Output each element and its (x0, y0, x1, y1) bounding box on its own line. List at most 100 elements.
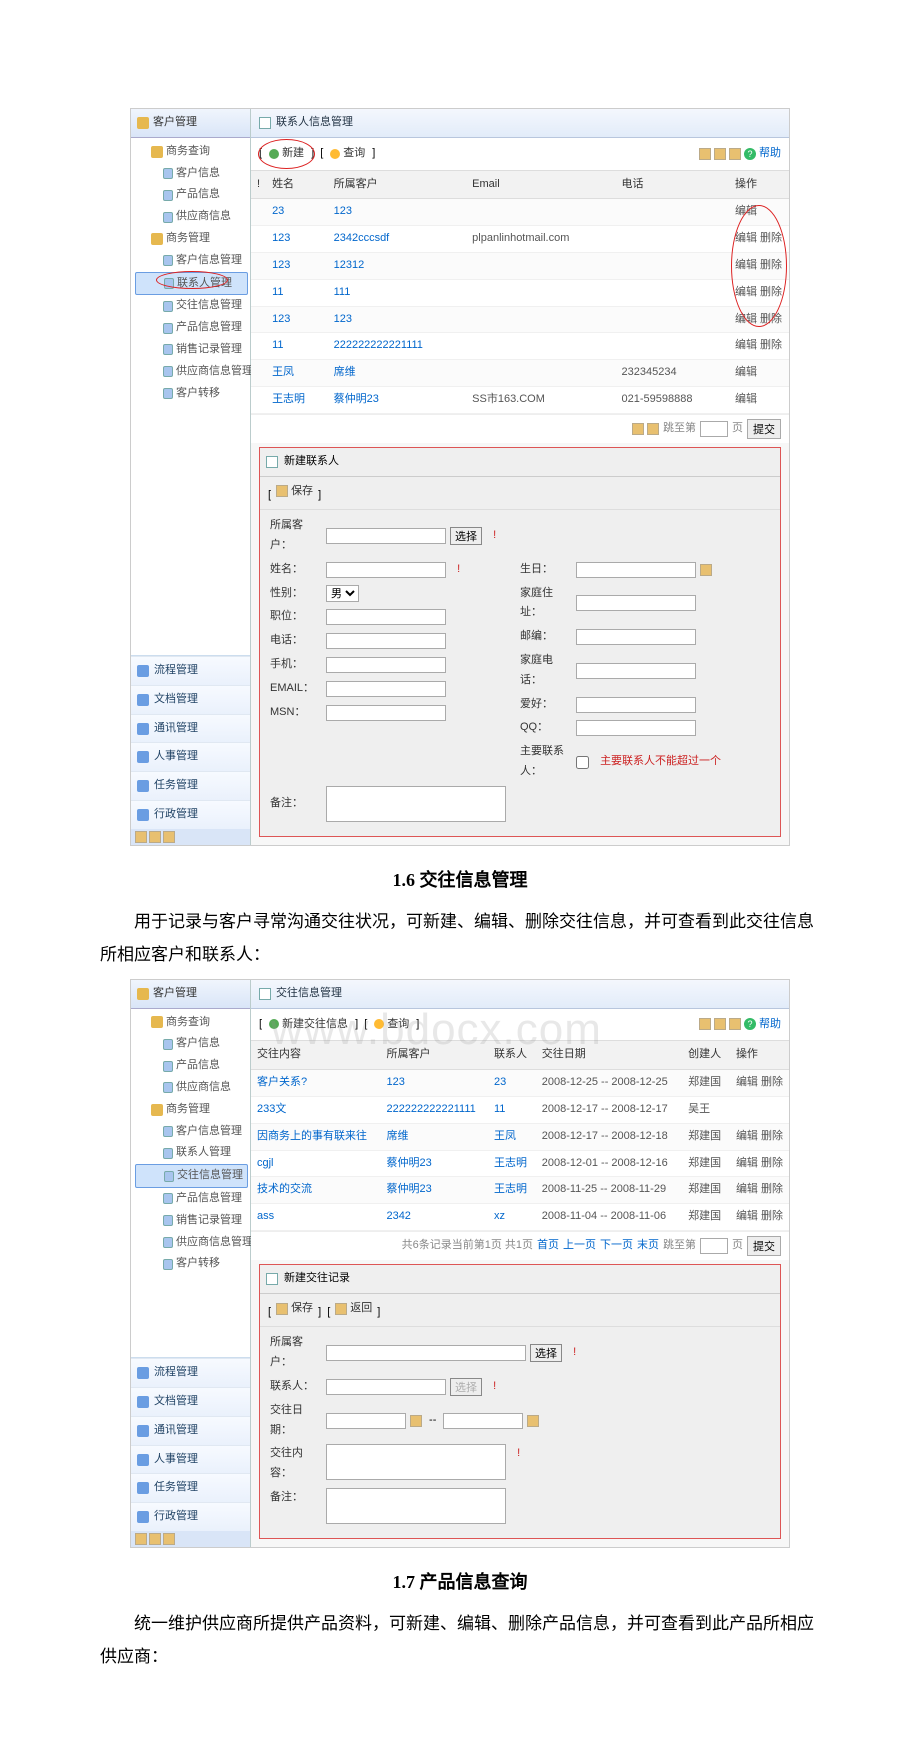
customer-input[interactable] (326, 1345, 526, 1361)
tree-item[interactable]: 客户信息 (135, 1033, 248, 1055)
hobby-input[interactable] (576, 697, 696, 713)
hometel-input[interactable] (576, 663, 696, 679)
main-contact-checkbox[interactable] (576, 756, 589, 769)
ops-link[interactable]: 编辑 (735, 366, 757, 378)
tree-item[interactable]: 产品信息管理 (135, 1188, 248, 1210)
cust-link[interactable]: 蔡仲明23 (386, 1183, 431, 1195)
calendar-icon[interactable] (527, 1415, 539, 1427)
first-page[interactable]: 首页 (537, 1236, 559, 1256)
new-button[interactable]: 新建交往信息 (264, 1014, 353, 1036)
content-link[interactable]: ass (257, 1210, 274, 1222)
cust-link[interactable]: 111 (334, 286, 351, 298)
tree-item[interactable]: 销售记录管理 (135, 1210, 248, 1232)
help-link[interactable]: ?帮助 (744, 144, 781, 164)
tree-item[interactable]: 产品信息管理 (135, 317, 248, 339)
email-input[interactable] (326, 681, 446, 697)
contact-link[interactable]: 23 (494, 1076, 506, 1088)
help-link[interactable]: ?帮助 (744, 1015, 781, 1035)
submit-button[interactable]: 提交 (747, 419, 781, 439)
name-link[interactable]: 123 (272, 313, 290, 325)
tool-icon[interactable] (729, 1018, 741, 1030)
ops-link[interactable]: 编辑 (735, 393, 757, 405)
tree-item[interactable]: 供应商信息管理 (135, 361, 248, 383)
name-link[interactable]: 123 (272, 259, 290, 271)
remark-textarea[interactable] (326, 1488, 506, 1524)
tree-item[interactable]: 客户信息管理 (135, 1121, 248, 1143)
contact-link[interactable]: xz (494, 1210, 505, 1222)
ops-link[interactable]: 编辑 删除 (736, 1130, 783, 1142)
tree-item[interactable]: 产品信息 (135, 1055, 248, 1077)
tool-icon[interactable] (699, 148, 711, 160)
cust-link[interactable]: 蔡仲明23 (334, 393, 379, 405)
content-link[interactable]: 233文 (257, 1103, 286, 1115)
cust-link[interactable]: 123 (334, 313, 352, 325)
cust-link[interactable]: 222222222221111 (386, 1103, 475, 1115)
name-link[interactable]: 11 (272, 286, 283, 298)
tree-item-interaction[interactable]: 交往信息管理 (135, 1164, 248, 1188)
side-link[interactable]: 通讯管理 (131, 714, 250, 743)
side-link[interactable]: 行政管理 (131, 1502, 250, 1531)
gender-select[interactable]: 男 (326, 585, 359, 602)
side-link[interactable]: 文档管理 (131, 1387, 250, 1416)
back-button[interactable]: 返回 (330, 1298, 377, 1320)
ops-link[interactable]: 编辑 删除 (735, 286, 782, 298)
tree-item[interactable]: 客户信息 (135, 163, 248, 185)
tree-item[interactable]: 联系人管理 (135, 1142, 248, 1164)
prev-page[interactable]: 上一页 (563, 1236, 596, 1256)
content-link[interactable]: cgjl (257, 1157, 274, 1169)
cust-link[interactable]: 席维 (334, 366, 356, 378)
submit-button[interactable]: 提交 (747, 1236, 781, 1256)
date-from-input[interactable] (326, 1413, 406, 1429)
side-link[interactable]: 流程管理 (131, 656, 250, 685)
select-button[interactable]: 选择 (450, 527, 482, 545)
mobile-input[interactable] (326, 657, 446, 673)
tree-item[interactable]: 客户转移 (135, 383, 248, 405)
side-link[interactable]: 人事管理 (131, 742, 250, 771)
side-link[interactable]: 行政管理 (131, 800, 250, 829)
name-input[interactable] (326, 562, 446, 578)
choose-button[interactable]: 选择 (450, 1378, 482, 1396)
select-button[interactable]: 选择 (530, 1344, 562, 1362)
tree-item[interactable]: 交往信息管理 (135, 295, 248, 317)
name-link[interactable]: 11 (272, 339, 283, 351)
tool-icon[interactable] (729, 148, 741, 160)
tool-icon[interactable] (699, 1018, 711, 1030)
ops-link[interactable]: 编辑 (735, 205, 757, 217)
tree-item-contact[interactable]: 联系人管理 (135, 272, 248, 296)
name-link[interactable]: 123 (272, 232, 290, 244)
remark-textarea[interactable] (326, 786, 506, 822)
side-link[interactable]: 流程管理 (131, 1358, 250, 1387)
tree-item[interactable]: 供应商信息 (135, 206, 248, 228)
postal-input[interactable] (576, 629, 696, 645)
ops-link[interactable]: 编辑 删除 (736, 1183, 783, 1195)
ops-link[interactable]: 编辑 删除 (735, 313, 782, 325)
contact-input[interactable] (326, 1379, 446, 1395)
addr-input[interactable] (576, 595, 696, 611)
cust-link[interactable]: 蔡仲明23 (386, 1157, 431, 1169)
calendar-icon[interactable] (700, 564, 712, 576)
tree-item[interactable]: 客户信息管理 (135, 250, 248, 272)
tree-branch-manage[interactable]: 商务管理 (135, 228, 248, 250)
tree-branch-manage[interactable]: 商务管理 (135, 1099, 248, 1121)
save-button[interactable]: 保存 (271, 481, 318, 503)
contact-link[interactable]: 王凤 (494, 1130, 516, 1142)
cust-link[interactable]: 2342cccsdf (334, 232, 390, 244)
contact-link[interactable]: 王志明 (494, 1183, 527, 1195)
date-to-input[interactable] (443, 1413, 523, 1429)
side-link[interactable]: 文档管理 (131, 685, 250, 714)
cust-link[interactable]: 12312 (334, 259, 365, 271)
ops-link[interactable]: 编辑 删除 (736, 1210, 783, 1222)
tool-icon[interactable] (714, 148, 726, 160)
side-link[interactable]: 人事管理 (131, 1445, 250, 1474)
side-link[interactable]: 任务管理 (131, 1473, 250, 1502)
search-button[interactable]: 查询 (369, 1014, 414, 1036)
cust-link[interactable]: 123 (386, 1076, 404, 1088)
next-page[interactable]: 下一页 (600, 1236, 633, 1256)
tree-branch-query[interactable]: 商务查询 (135, 1012, 248, 1034)
tree-item[interactable]: 销售记录管理 (135, 339, 248, 361)
ops-link[interactable]: 编辑 删除 (735, 339, 782, 351)
cust-link[interactable]: 2342 (386, 1210, 410, 1222)
ops-link[interactable]: 编辑 删除 (736, 1157, 783, 1169)
last-page[interactable]: 末页 (637, 1236, 659, 1256)
content-link[interactable]: 客户关系? (257, 1076, 307, 1088)
